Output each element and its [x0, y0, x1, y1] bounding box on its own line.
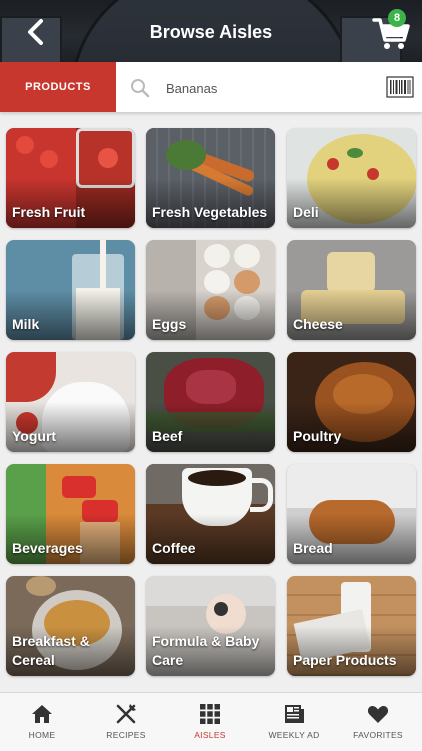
nav-item-aisles[interactable]: AISLES: [168, 693, 252, 751]
search-input[interactable]: [164, 75, 368, 101]
aisle-label: Poultry: [293, 428, 342, 444]
aisle-tile-poultry[interactable]: Poultry: [287, 352, 416, 452]
aisle-label: Bread: [293, 540, 333, 556]
nav-item-weekly-ad[interactable]: WEEKLY AD: [252, 693, 336, 751]
nav-label: RECIPES: [106, 730, 146, 740]
nav-item-recipes[interactable]: RECIPES: [84, 693, 168, 751]
nav-item-home[interactable]: HOME: [0, 693, 84, 751]
aisle-tile-beef[interactable]: Beef: [146, 352, 275, 452]
nav-label: FAVORITES: [353, 730, 403, 740]
aisle-tile-paper-products[interactable]: Paper Products: [287, 576, 416, 676]
nav-label: WEEKLY AD: [268, 730, 320, 740]
aisle-tile-bread[interactable]: Bread: [287, 464, 416, 564]
aisle-tile-fresh-vegetables[interactable]: Fresh Vegetables: [146, 128, 275, 228]
aisle-label: Fresh Vegetables: [152, 204, 268, 220]
aisle-tile-eggs[interactable]: Eggs: [146, 240, 275, 340]
heart-icon: [367, 706, 389, 723]
aisle-label: Eggs: [152, 316, 187, 332]
aisle-tile-deli[interactable]: Deli: [287, 128, 416, 228]
aisle-tile-breakfast-cereal[interactable]: Breakfast & Cereal: [6, 576, 135, 676]
aisle-tile-yogurt[interactable]: Yogurt: [6, 352, 135, 452]
page-title: Browse Aisles: [149, 22, 273, 42]
aisle-label: Formula & Baby Care: [152, 633, 260, 668]
aisle-tile-coffee[interactable]: Coffee: [146, 464, 275, 564]
cart-count-badge: 8: [388, 9, 406, 27]
aisle-label: Yogurt: [12, 428, 57, 444]
products-tab[interactable]: PRODUCTS: [0, 62, 116, 112]
aisle-label: Coffee: [152, 540, 196, 556]
aisle-tile-cheese[interactable]: Cheese: [287, 240, 416, 340]
aisle-tile-milk[interactable]: Milk: [6, 240, 135, 340]
aisle-label: Cheese: [293, 316, 343, 332]
nav-label: HOME: [28, 730, 56, 740]
aisle-label: Fresh Fruit: [12, 204, 86, 220]
app-header: Browse Aisles 8: [0, 0, 422, 66]
aisle-label: Breakfast & Cereal: [12, 633, 90, 668]
barcode-scanner-icon[interactable]: [386, 76, 414, 98]
aisle-tile-formula-baby-care[interactable]: Formula & Baby Care: [146, 576, 275, 676]
newspaper-icon: [285, 705, 304, 723]
bottom-nav: HOME RECIPES AISLES WEEKLY AD FAVORITES: [0, 692, 422, 751]
grid-icon: [200, 704, 220, 724]
aisle-label: Beef: [152, 428, 183, 444]
aisle-tile-beverages[interactable]: Beverages: [6, 464, 135, 564]
aisle-tile-fresh-fruit[interactable]: Fresh Fruit: [6, 128, 135, 228]
fork-knife-icon: [116, 704, 136, 724]
home-icon: [32, 705, 52, 723]
nav-label: AISLES: [194, 730, 226, 740]
search-bar: PRODUCTS: [0, 62, 422, 112]
search-icon: [131, 79, 150, 98]
aisle-label: Beverages: [12, 540, 83, 556]
aisle-label: Milk: [12, 316, 40, 332]
aisle-label: Deli: [293, 204, 319, 220]
nav-item-favorites[interactable]: FAVORITES: [336, 693, 420, 751]
aisle-label: Paper Products: [293, 652, 397, 668]
aisle-grid: Fresh Fruit Fresh Vegetables Deli Milk E…: [6, 128, 418, 688]
